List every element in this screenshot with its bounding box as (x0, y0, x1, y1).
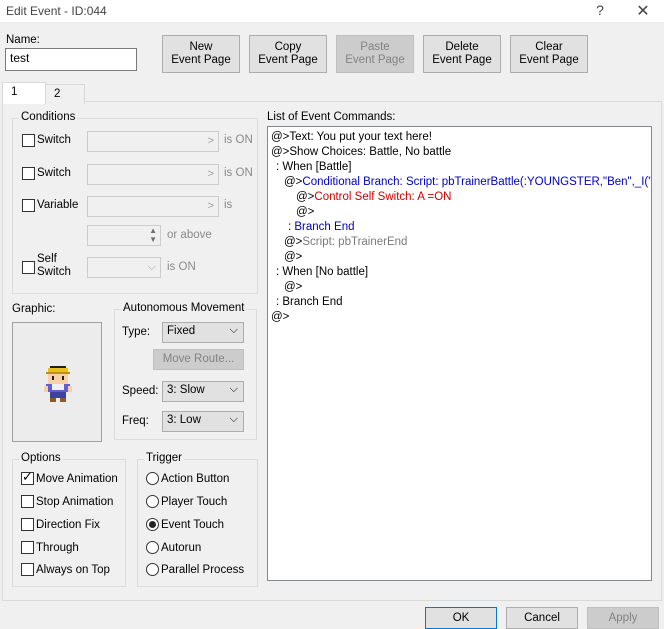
variable-above-label: or above (167, 229, 212, 241)
radio-selected-dot (149, 521, 156, 528)
spin-up-icon[interactable]: ▲ (149, 226, 157, 235)
name-input[interactable]: test (5, 48, 137, 71)
move-animation-checkbox[interactable]: ✓ (21, 469, 34, 485)
window-title: Edit Event - ID:044 (6, 4, 107, 18)
chevron-down-icon: ⌵ (229, 413, 238, 425)
help-icon[interactable]: ? (593, 2, 607, 18)
command-line[interactable]: @> (271, 311, 289, 323)
autonomous-movement-title: Autonomous Movement (121, 302, 247, 314)
spin-down-icon[interactable]: ▼ (149, 235, 157, 244)
ok-button[interactable]: OK (425, 607, 497, 629)
trainer-sprite-icon (44, 366, 72, 402)
always-on-top-label: Always on Top (36, 564, 110, 576)
checkmark-icon: ✓ (22, 469, 33, 484)
speed-value: 3: Slow (167, 384, 205, 396)
stop-animation-checkbox[interactable] (21, 495, 34, 508)
action-button-radio[interactable] (146, 472, 159, 485)
copy-event-page-button[interactable]: Copy Event Page (249, 35, 327, 73)
graphic-label: Graphic: (12, 303, 56, 315)
command-line[interactable]: @> (284, 251, 302, 263)
move-animation-label: Move Animation (36, 473, 118, 485)
self-switch-checkbox[interactable] (22, 261, 35, 274)
parallel-process-label: Parallel Process (161, 564, 245, 576)
event-touch-radio[interactable] (146, 518, 159, 531)
move-route-button[interactable]: Move Route... (153, 349, 244, 370)
command-line[interactable]: @>Show Choices: Battle, No battle (271, 146, 451, 158)
switch2-checkbox[interactable] (22, 167, 35, 180)
speed-label: Speed: (122, 385, 159, 397)
action-button-label: Action Button (161, 473, 230, 485)
chevron-right-icon: > (207, 168, 214, 180)
freq-value: 3: Low (167, 414, 201, 426)
chevron-right-icon: > (207, 200, 214, 212)
event-commands-list[interactable]: @>Text: You put your text here! @>Show C… (267, 126, 652, 581)
event-commands-title: List of Event Commands: (267, 111, 396, 123)
clear-event-page-button[interactable]: Clear Event Page (510, 35, 588, 73)
variable-suffix: is (224, 199, 233, 211)
command-line[interactable]: @>Text: You put your text here! (271, 131, 432, 143)
name-label: Name: (6, 34, 40, 46)
close-icon[interactable]: ✕ (633, 1, 653, 21)
switch1-select[interactable]: > (87, 131, 219, 152)
type-select[interactable]: Fixed ⌵ (162, 322, 244, 343)
switch1-suffix: is ON (224, 134, 253, 146)
apply-button[interactable]: Apply (587, 607, 659, 629)
command-line[interactable]: @> (296, 206, 314, 218)
command-line[interactable]: @>Script: pbTrainerEnd (284, 236, 407, 248)
switch1-label: Switch (37, 134, 71, 146)
switch2-suffix: is ON (224, 167, 253, 179)
speed-select[interactable]: 3: Slow ⌵ (162, 381, 244, 402)
switch2-select[interactable]: > (87, 164, 219, 185)
type-value: Fixed (167, 325, 196, 337)
through-checkbox[interactable] (21, 541, 34, 554)
graphic-preview[interactable] (12, 322, 102, 442)
chevron-down-icon: ⌵ (229, 383, 238, 395)
variable-label: Variable (37, 199, 79, 211)
stop-animation-label: Stop Animation (36, 496, 114, 508)
variable-checkbox[interactable] (22, 199, 35, 212)
command-line[interactable]: : When [No battle] (276, 266, 368, 278)
freq-label: Freq: (122, 415, 149, 427)
event-touch-label: Event Touch (161, 519, 225, 531)
chevron-down-icon: ⌵ (147, 261, 156, 273)
player-touch-label: Player Touch (161, 496, 228, 508)
conditions-title: Conditions (19, 111, 78, 123)
freq-select[interactable]: 3: Low ⌵ (162, 411, 244, 432)
tab-page-2[interactable]: 2 (45, 84, 85, 104)
delete-event-page-button[interactable]: Delete Event Page (423, 35, 501, 73)
player-touch-radio[interactable] (146, 495, 159, 508)
direction-fix-label: Direction Fix (36, 519, 100, 531)
switch2-label: Switch (37, 167, 71, 179)
self-switch-suffix: is ON (167, 261, 196, 273)
command-line[interactable]: @> (284, 281, 302, 293)
chevron-down-icon: ⌵ (229, 324, 238, 336)
command-line[interactable]: : Branch End (288, 221, 355, 233)
command-line[interactable]: @>Control Self Switch: A =ON (296, 191, 452, 203)
options-title: Options (19, 452, 63, 464)
paste-event-page-button[interactable]: Paste Event Page (336, 35, 414, 73)
new-event-page-button[interactable]: New Event Page (162, 35, 240, 73)
title-bar: Edit Event - ID:044 ? ✕ (0, 0, 664, 22)
variable-select[interactable]: > (87, 196, 219, 217)
direction-fix-checkbox[interactable] (21, 518, 34, 531)
variable-value-spinner[interactable]: ▲ ▼ (87, 225, 161, 246)
autorun-radio[interactable] (146, 541, 159, 554)
through-label: Through (36, 542, 79, 554)
command-line[interactable]: @>Conditional Branch: Script: pbTrainerB… (284, 176, 651, 188)
command-line[interactable]: : When [Battle] (276, 161, 351, 173)
trigger-title: Trigger (144, 452, 184, 464)
type-label: Type: (122, 326, 151, 338)
self-switch-select[interactable]: ⌵ (87, 257, 161, 278)
autorun-label: Autorun (161, 542, 202, 554)
always-on-top-checkbox[interactable] (21, 563, 34, 576)
command-line[interactable]: : Branch End (276, 296, 343, 308)
self-switch-label: Self Switch (37, 253, 71, 278)
parallel-process-radio[interactable] (146, 563, 159, 576)
cancel-button[interactable]: Cancel (506, 607, 578, 629)
tab-page-1[interactable]: 1 (2, 82, 46, 104)
chevron-right-icon: > (207, 135, 214, 147)
switch1-checkbox[interactable] (22, 134, 35, 147)
